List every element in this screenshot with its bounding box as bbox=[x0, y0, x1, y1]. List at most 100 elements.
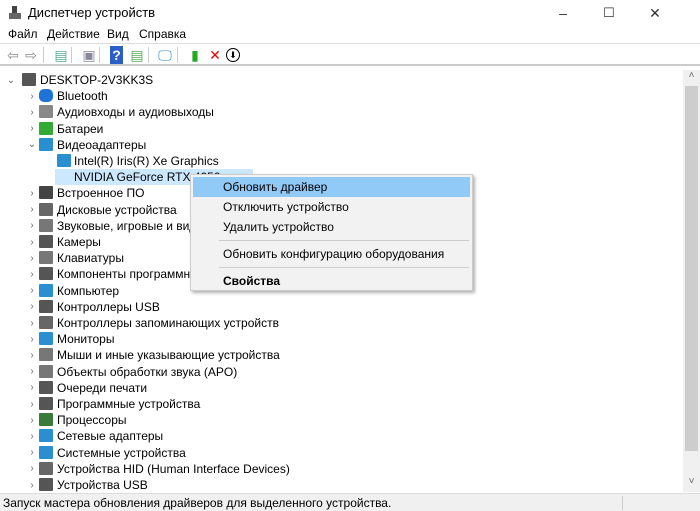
tree-item[interactable]: › Мыши и иные указывающие устройства bbox=[0, 347, 683, 363]
status-text: Запуск мастера обновления драйверов для … bbox=[3, 496, 392, 510]
uninstall-icon[interactable]: ✕ bbox=[206, 46, 224, 64]
context-menu-item[interactable]: Свойства bbox=[193, 271, 470, 291]
tree-item[interactable]: › Очереди печати bbox=[0, 380, 683, 396]
tree-item[interactable]: › Батареи bbox=[0, 121, 683, 137]
minimize-button[interactable]: – bbox=[540, 0, 586, 26]
back-icon[interactable]: ⇦ bbox=[4, 46, 22, 64]
expand-chevron-icon[interactable]: › bbox=[27, 123, 37, 134]
tree-item-label: Устройства USB bbox=[57, 478, 148, 492]
tree-item[interactable]: ⌄ DESKTOP-2V3KK3S bbox=[0, 72, 683, 88]
scan-hardware-icon[interactable]: 🖵 bbox=[156, 46, 174, 64]
tree-item[interactable]: › Процессоры bbox=[0, 412, 683, 428]
tree-item[interactable]: › Мониторы bbox=[0, 331, 683, 347]
maximize-button[interactable]: ☐ bbox=[586, 0, 632, 26]
tree-item[interactable]: ⌄ Видеоадаптеры bbox=[0, 137, 683, 153]
usb-icon bbox=[39, 299, 53, 313]
expand-chevron-icon[interactable]: › bbox=[27, 318, 37, 329]
expand-chevron-icon[interactable]: › bbox=[27, 237, 37, 248]
expand-chevron-icon[interactable]: › bbox=[27, 480, 37, 491]
menu-view[interactable]: Вид bbox=[107, 27, 129, 41]
expand-chevron-icon[interactable]: › bbox=[27, 188, 37, 199]
expand-chevron-icon[interactable]: › bbox=[27, 415, 37, 426]
expand-chevron-icon[interactable]: › bbox=[27, 301, 37, 312]
context-menu-item[interactable]: Отключить устройство bbox=[193, 197, 470, 217]
expand-chevron-icon[interactable]: › bbox=[27, 350, 37, 361]
software-component-icon bbox=[39, 267, 53, 281]
printer-icon bbox=[39, 380, 53, 394]
usb-icon bbox=[39, 478, 53, 491]
tree-item-label: Камеры bbox=[57, 235, 101, 249]
scroll-thumb[interactable] bbox=[685, 86, 698, 451]
display-adapter-icon bbox=[39, 137, 53, 151]
tree-item-label: Программные устройства bbox=[57, 397, 201, 411]
menu-file[interactable]: Файл bbox=[8, 27, 38, 41]
keyboard-icon bbox=[39, 251, 53, 265]
disable-icon[interactable]: ⬇ bbox=[226, 48, 240, 62]
expand-chevron-icon[interactable]: › bbox=[27, 269, 37, 280]
close-button[interactable]: ✕ bbox=[632, 0, 678, 26]
tree-item[interactable]: › Объекты обработки звука (APO) bbox=[0, 364, 683, 380]
show-hide-console-icon[interactable]: ▤ bbox=[52, 46, 70, 64]
bluetooth-icon bbox=[39, 89, 53, 103]
title-bar: Диспетчер устройств – ☐ ✕ bbox=[0, 0, 700, 26]
expand-chevron-icon[interactable]: › bbox=[27, 463, 37, 474]
tree-item[interactable]: › Системные устройства bbox=[0, 445, 683, 461]
context-menu-item[interactable]: Удалить устройство bbox=[193, 217, 470, 237]
tree-item-label: Батареи bbox=[57, 121, 104, 136]
tree-item-label: Встроенное ПО bbox=[57, 186, 145, 201]
battery-icon bbox=[39, 121, 53, 135]
toolbar: ⇦ ⇨ ▤ ▣? ▤ 🖵 ▮ ✕ ⬇ bbox=[0, 44, 700, 66]
context-menu-item[interactable]: Обновить драйвер bbox=[193, 177, 470, 197]
tree-item-label: Объекты обработки звука (APO) bbox=[57, 364, 238, 379]
tree-item[interactable]: › Сетевые адаптеры bbox=[0, 428, 683, 444]
expand-chevron-icon[interactable]: › bbox=[27, 447, 37, 458]
tree-item-label: Сетевые адаптеры bbox=[57, 429, 164, 444]
tree-item[interactable]: › Bluetooth bbox=[0, 88, 683, 104]
tree-item[interactable]: › Программные устройства bbox=[0, 396, 683, 412]
menu-help[interactable]: Справка bbox=[139, 27, 186, 41]
menu-action[interactable]: Действие bbox=[47, 27, 100, 41]
update-driver-icon[interactable]: ▮ bbox=[186, 46, 204, 64]
tree-item[interactable]: › Контроллеры USB bbox=[0, 299, 683, 315]
status-divider bbox=[622, 496, 623, 510]
tree-item-label: Bluetooth bbox=[57, 89, 108, 104]
tree-item-label: Компьютер bbox=[57, 283, 120, 298]
expand-chevron-icon[interactable]: › bbox=[27, 253, 37, 264]
expand-chevron-icon[interactable]: › bbox=[27, 431, 37, 442]
scroll-up-button[interactable]: ˄ bbox=[683, 70, 700, 86]
expand-chevron-icon[interactable]: › bbox=[27, 204, 37, 215]
network-adapter-icon bbox=[39, 429, 53, 443]
hid-icon bbox=[39, 461, 53, 475]
expand-chevron-icon[interactable]: › bbox=[27, 366, 37, 377]
vertical-scrollbar[interactable]: ˄ ˅ bbox=[683, 70, 700, 492]
scroll-down-button[interactable]: ˅ bbox=[683, 476, 700, 492]
context-menu-item[interactable]: Обновить конфигурацию оборудования bbox=[193, 244, 470, 264]
expand-chevron-icon[interactable]: › bbox=[27, 382, 37, 393]
tree-item[interactable]: Intel(R) Iris(R) Xe Graphics bbox=[0, 153, 683, 169]
tree-item[interactable]: › Контроллеры запоминающих устройств bbox=[0, 315, 683, 331]
tree-item[interactable]: › Устройства HID (Human Interface Devices… bbox=[0, 461, 683, 477]
firmware-icon bbox=[39, 186, 53, 200]
sound-icon bbox=[39, 218, 53, 232]
tree-item[interactable]: › Устройства USB bbox=[0, 477, 683, 492]
expand-chevron-icon[interactable]: › bbox=[27, 220, 37, 231]
expand-chevron-icon[interactable]: › bbox=[27, 107, 37, 118]
device-manager-icon bbox=[9, 6, 21, 19]
tree-item-label: Аудиовходы и аудиовыходы bbox=[57, 105, 214, 120]
menu-bar: Файл Действие Вид Справка bbox=[0, 26, 700, 44]
expand-chevron-icon[interactable]: › bbox=[27, 334, 37, 345]
help-icon[interactable]: ? bbox=[110, 46, 123, 64]
collapse-chevron-icon[interactable]: ⌄ bbox=[27, 139, 37, 150]
expand-chevron-icon[interactable]: › bbox=[27, 91, 37, 102]
forward-icon[interactable]: ⇨ bbox=[22, 46, 40, 64]
expand-chevron-icon[interactable]: › bbox=[27, 285, 37, 296]
expand-chevron-icon[interactable]: › bbox=[27, 399, 37, 410]
speaker-icon bbox=[39, 105, 53, 119]
collapse-chevron-icon[interactable]: ⌄ bbox=[6, 75, 16, 86]
software-device-icon bbox=[39, 397, 53, 410]
action-pane-icon[interactable]: ▤ bbox=[128, 46, 146, 64]
monitor-icon bbox=[39, 283, 53, 297]
display-adapter-icon bbox=[57, 154, 71, 167]
properties-icon[interactable]: ▣ bbox=[80, 46, 98, 64]
tree-item[interactable]: › Аудиовходы и аудиовыходы bbox=[0, 104, 683, 120]
